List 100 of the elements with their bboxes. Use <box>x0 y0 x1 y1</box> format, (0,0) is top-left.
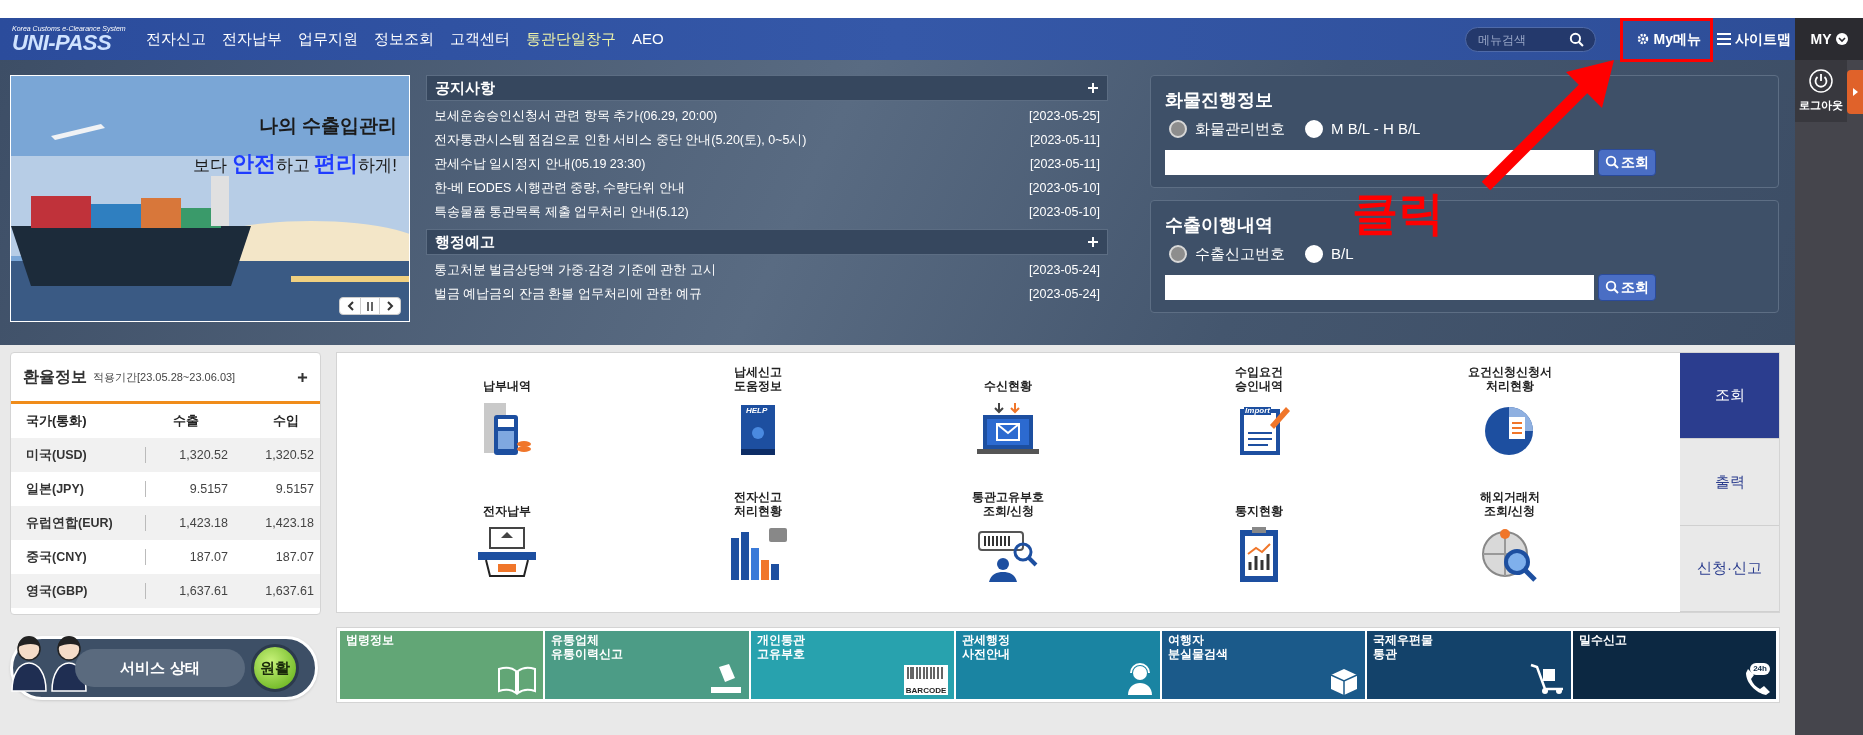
panel-title: 화물진행정보 <box>1165 89 1273 112</box>
service-label[interactable]: 통지현황 <box>1235 487 1284 518</box>
notice-date: [2023-05-24] <box>1029 285 1100 303</box>
country-cell: 중국(CNY) <box>26 549 146 565</box>
my-panel-header[interactable]: MY <box>1795 18 1863 60</box>
my-menu-button[interactable]: My메뉴 <box>1635 28 1701 50</box>
my-panel-title: MY <box>1810 29 1832 49</box>
radio-button[interactable] <box>1169 245 1187 264</box>
rate-cell-text: 1,423.18 <box>265 514 314 532</box>
column-header: 수출 <box>172 412 199 431</box>
column-header: 국가(통화) <box>26 412 88 431</box>
notice-link[interactable]: 보세운송승인신청서 관련 항목 추가(06.29, 20:00) <box>434 106 718 126</box>
package-icon <box>1329 667 1360 695</box>
rate-cell-text: 187.07 <box>189 548 229 566</box>
quick-link-tile[interactable]: 밀수신고 24h <box>1572 631 1776 699</box>
nav-link[interactable]: 고객센터 <box>450 27 510 51</box>
service-label[interactable]: 전자신고 처리현황 <box>733 487 782 518</box>
radio-label: M B/L - H B/L <box>1331 119 1421 139</box>
notice-date: [2023-05-25] <box>1029 107 1100 125</box>
nav-link[interactable]: 정보조회 <box>374 27 434 51</box>
card-title: 환율정보 <box>23 367 87 387</box>
section-title: 행정예고 <box>435 231 495 252</box>
service-label[interactable]: 전자납부 <box>483 487 532 518</box>
panel-title: 수출이행내역 <box>1165 214 1273 237</box>
barcode-icon <box>904 665 949 687</box>
service-label[interactable]: 수신현황 <box>984 363 1033 393</box>
pause-icon <box>367 301 373 311</box>
pause-button[interactable] <box>360 298 380 314</box>
power-icon <box>1809 68 1833 93</box>
quick-link-tile[interactable]: 개인통관 고유부호 BARCODE <box>750 631 955 699</box>
headset-person-icon <box>1125 663 1154 695</box>
search-field[interactable] <box>1165 274 1594 300</box>
icon-caption: BARCODE <box>903 687 949 695</box>
country-cell: 미국(USD) <box>26 447 146 463</box>
service-label[interactable]: 해외거래처 조회/신청 <box>1479 487 1540 518</box>
panel-toggle-tab[interactable] <box>1847 70 1863 114</box>
service-label[interactable]: 납부내역 <box>483 363 532 393</box>
notice-date: [2023-05-10] <box>1029 203 1100 221</box>
radio-label: B/L <box>1331 244 1354 264</box>
pen-paper-icon <box>708 663 743 695</box>
notice-link[interactable]: 전자통관시스템 점검으로 인한 서비스 중단 안내(5.20(토), 0~5시) <box>434 130 807 150</box>
sitemap-button[interactable]: 사이트맵 <box>1717 28 1791 50</box>
section-title: 공지사항 <box>435 77 495 98</box>
status-label: 서비스 상태 <box>75 649 245 687</box>
nav-link[interactable]: 전자납부 <box>222 27 282 51</box>
chevron-left-icon <box>346 301 354 311</box>
menu-icon <box>1717 33 1731 45</box>
service-label[interactable]: 통관고유부호 조회/신청 <box>972 487 1045 518</box>
nav-link[interactable]: 전자신고 <box>146 27 206 51</box>
search-button[interactable]: 조회 <box>1598 273 1656 301</box>
rate-cell-text: 1,423.18 <box>179 514 229 532</box>
notice-link[interactable]: 통고처분 벌금상당액 가중·감경 기준에 관한 고시 <box>434 260 716 280</box>
service-label[interactable]: 납세신고 도움정보 <box>733 363 782 393</box>
settings-icon <box>1635 32 1650 46</box>
phone-icon <box>1743 667 1770 695</box>
rate-cell-text: 1,637.61 <box>179 582 229 600</box>
tab[interactable]: 조회 <box>1680 353 1779 440</box>
country-cell: 유럽연합(EUR) <box>26 515 146 531</box>
rate-cell-text: 1,637.61 <box>265 582 314 600</box>
notice-link[interactable]: 관세수납 일시정지 안내(05.19 23:30) <box>434 154 646 174</box>
service-label[interactable]: 수입요건 승인내역 <box>1235 363 1284 393</box>
nav-link[interactable]: 통관단일창구 <box>526 27 616 51</box>
notice-link[interactable]: 벌금 예납금의 잔금 환불 업무처리에 관한 예규 <box>434 284 702 304</box>
radio-label: 수출신고번호 <box>1195 244 1285 264</box>
quick-link-tile[interactable]: 여행자 분실물검색 <box>1161 631 1366 699</box>
search-button[interactable]: 조회 <box>1598 148 1656 176</box>
nav-link[interactable]: AEO <box>632 27 664 51</box>
icon-caption: Import <box>1244 407 1271 415</box>
icon-caption: 24h <box>1750 663 1770 675</box>
radio-label: 화물관리번호 <box>1195 119 1285 139</box>
icon-caption: HELP <box>744 407 769 415</box>
notice-link[interactable]: 특송물품 통관목록 제출 업무처리 안내(5.12) <box>434 202 689 222</box>
logout-button[interactable]: 로그아웃 <box>1795 60 1847 122</box>
quick-link-tile[interactable]: 국제우편물 통관 <box>1367 631 1571 699</box>
logo-text: UNI-PASS <box>12 31 112 54</box>
service-label[interactable]: 요건신청신청서 처리현황 <box>1467 363 1552 393</box>
radio-button[interactable] <box>1169 120 1187 139</box>
banner-slogan: 보다 안전하고 편리하게! <box>192 149 397 178</box>
rate-cell-text: 9.5157 <box>189 480 229 498</box>
search-icon <box>1605 280 1619 294</box>
notice-link[interactable]: 한-베 EODES 시행관련 중량, 수량단위 안내 <box>434 178 685 198</box>
notice-date: [2023-05-11] <box>1030 155 1100 173</box>
search-icon <box>1605 155 1619 169</box>
tab[interactable]: 출력 <box>1680 439 1779 526</box>
search-icon[interactable] <box>1568 31 1584 47</box>
column-header: 수입 <box>273 412 300 431</box>
nav-link[interactable]: 업무지원 <box>298 27 358 51</box>
plus-icon[interactable] <box>297 371 308 383</box>
notice-date: [2023-05-10] <box>1029 179 1100 197</box>
rate-cell-text: 187.07 <box>275 548 314 566</box>
notice-date: [2023-05-11] <box>1030 131 1100 149</box>
open-book-icon <box>497 665 538 695</box>
rate-cell-text: 1,320.52 <box>265 446 314 464</box>
tab[interactable]: 신청·신고 <box>1680 525 1779 612</box>
search-field[interactable] <box>1165 149 1594 175</box>
country-cell: 영국(GBP) <box>26 583 146 599</box>
quick-link-tile[interactable]: 관세행정 사전안내 <box>956 631 1160 699</box>
hand-truck-icon <box>1528 663 1565 695</box>
notice-date: [2023-05-24] <box>1029 261 1100 279</box>
menu-search-field[interactable]: 메뉴검색 <box>1464 27 1596 52</box>
